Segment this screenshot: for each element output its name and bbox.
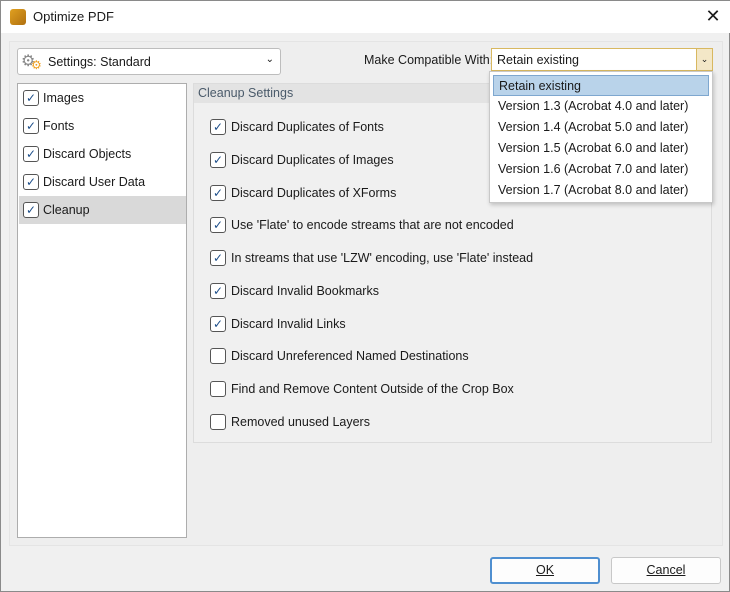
compat-option[interactable]: Version 1.6 (Acrobat 7.0 and later) (493, 159, 709, 180)
checkbox[interactable]: ✓ (210, 217, 226, 233)
checkbox[interactable]: ✓ (23, 174, 39, 190)
option-label: Find and Remove Content Outside of the C… (231, 382, 514, 396)
checkbox[interactable]: ✓ (210, 185, 226, 201)
option-label: Discard Duplicates of Images (231, 153, 394, 167)
compat-option[interactable]: Version 1.4 (Acrobat 5.0 and later) (493, 117, 709, 138)
checkbox[interactable]: ✓ (210, 152, 226, 168)
checkbox[interactable]: ✓ (23, 202, 39, 218)
chevron-down-icon: ⌄ (265, 54, 274, 65)
compat-label: Make Compatible With: (364, 53, 494, 67)
window-title: Optimize PDF (33, 9, 114, 24)
app-icon (10, 9, 26, 25)
compat-select[interactable]: Retain existing ⌄ (491, 48, 713, 71)
sidebar-item-label: Fonts (43, 119, 75, 133)
checkbox[interactable]: ✓ (210, 316, 226, 332)
category-list: ✓ Images ✓ Fonts ✓ Discard Objects ✓ Discard Us… (17, 83, 187, 538)
option-label: Use 'Flate' to encode streams that are n… (231, 218, 514, 232)
option-label: Discard Invalid Links (231, 317, 346, 331)
option-label: Discard Invalid Bookmarks (231, 284, 379, 298)
cancel-button[interactable]: Cancel (611, 557, 721, 584)
option-label: Discard Duplicates of XForms (231, 186, 397, 200)
checkbox[interactable]: ✓ (210, 250, 226, 266)
checkbox[interactable] (210, 414, 226, 430)
close-icon[interactable]: ✕ (701, 6, 725, 27)
compat-value: Retain existing (497, 53, 579, 67)
compat-option[interactable]: Retain existing (493, 75, 709, 96)
settings-label: Settings: Standard (48, 55, 151, 69)
compat-option[interactable]: Version 1.5 (Acrobat 6.0 and later) (493, 138, 709, 159)
sidebar-item-cleanup[interactable]: ✓ Cleanup (19, 196, 186, 224)
ok-button[interactable]: OK (490, 557, 600, 584)
sidebar-item-label: Images (43, 91, 84, 105)
compat-dropdown-list: Retain existing Version 1.3 (Acrobat 4.0 … (489, 71, 713, 203)
optimize-pdf-dialog: Optimize PDF ✕ ⚙ ⚙ Settings: Standard ⌄ M… (0, 0, 730, 592)
checkbox[interactable] (210, 348, 226, 364)
title-bar: Optimize PDF ✕ (1, 1, 730, 33)
option-label: Removed unused Layers (231, 415, 370, 429)
chevron-down-icon[interactable]: ⌄ (696, 49, 712, 70)
compat-option[interactable]: Version 1.3 (Acrobat 4.0 and later) (493, 96, 709, 117)
compat-option[interactable]: Version 1.7 (Acrobat 8.0 and later) (493, 180, 709, 201)
checkbox[interactable] (210, 381, 226, 397)
checkbox[interactable]: ✓ (23, 118, 39, 134)
checkbox[interactable]: ✓ (23, 90, 39, 106)
sidebar-item-discard-objects[interactable]: ✓ Discard Objects (19, 140, 186, 168)
sidebar-item-label: Discard User Data (43, 175, 146, 189)
checkbox[interactable]: ✓ (210, 119, 226, 135)
sidebar-item-fonts[interactable]: ✓ Fonts (19, 112, 186, 140)
option-label: In streams that use 'LZW' encoding, use … (231, 251, 534, 265)
sidebar-item-discard-user-data[interactable]: ✓ Discard User Data (19, 168, 186, 196)
checkbox[interactable]: ✓ (23, 146, 39, 162)
option-label: Discard Unreferenced Named Destinations (231, 349, 469, 363)
settings-dropdown[interactable]: ⚙ ⚙ Settings: Standard ⌄ (17, 48, 281, 75)
sidebar-item-label: Cleanup (43, 203, 90, 217)
sidebar-item-images[interactable]: ✓ Images (19, 84, 186, 112)
gear-small-icon: ⚙ (31, 58, 42, 72)
checkbox[interactable]: ✓ (210, 283, 226, 299)
sidebar-item-label: Discard Objects (43, 147, 132, 161)
option-label: Discard Duplicates of Fonts (231, 120, 384, 134)
